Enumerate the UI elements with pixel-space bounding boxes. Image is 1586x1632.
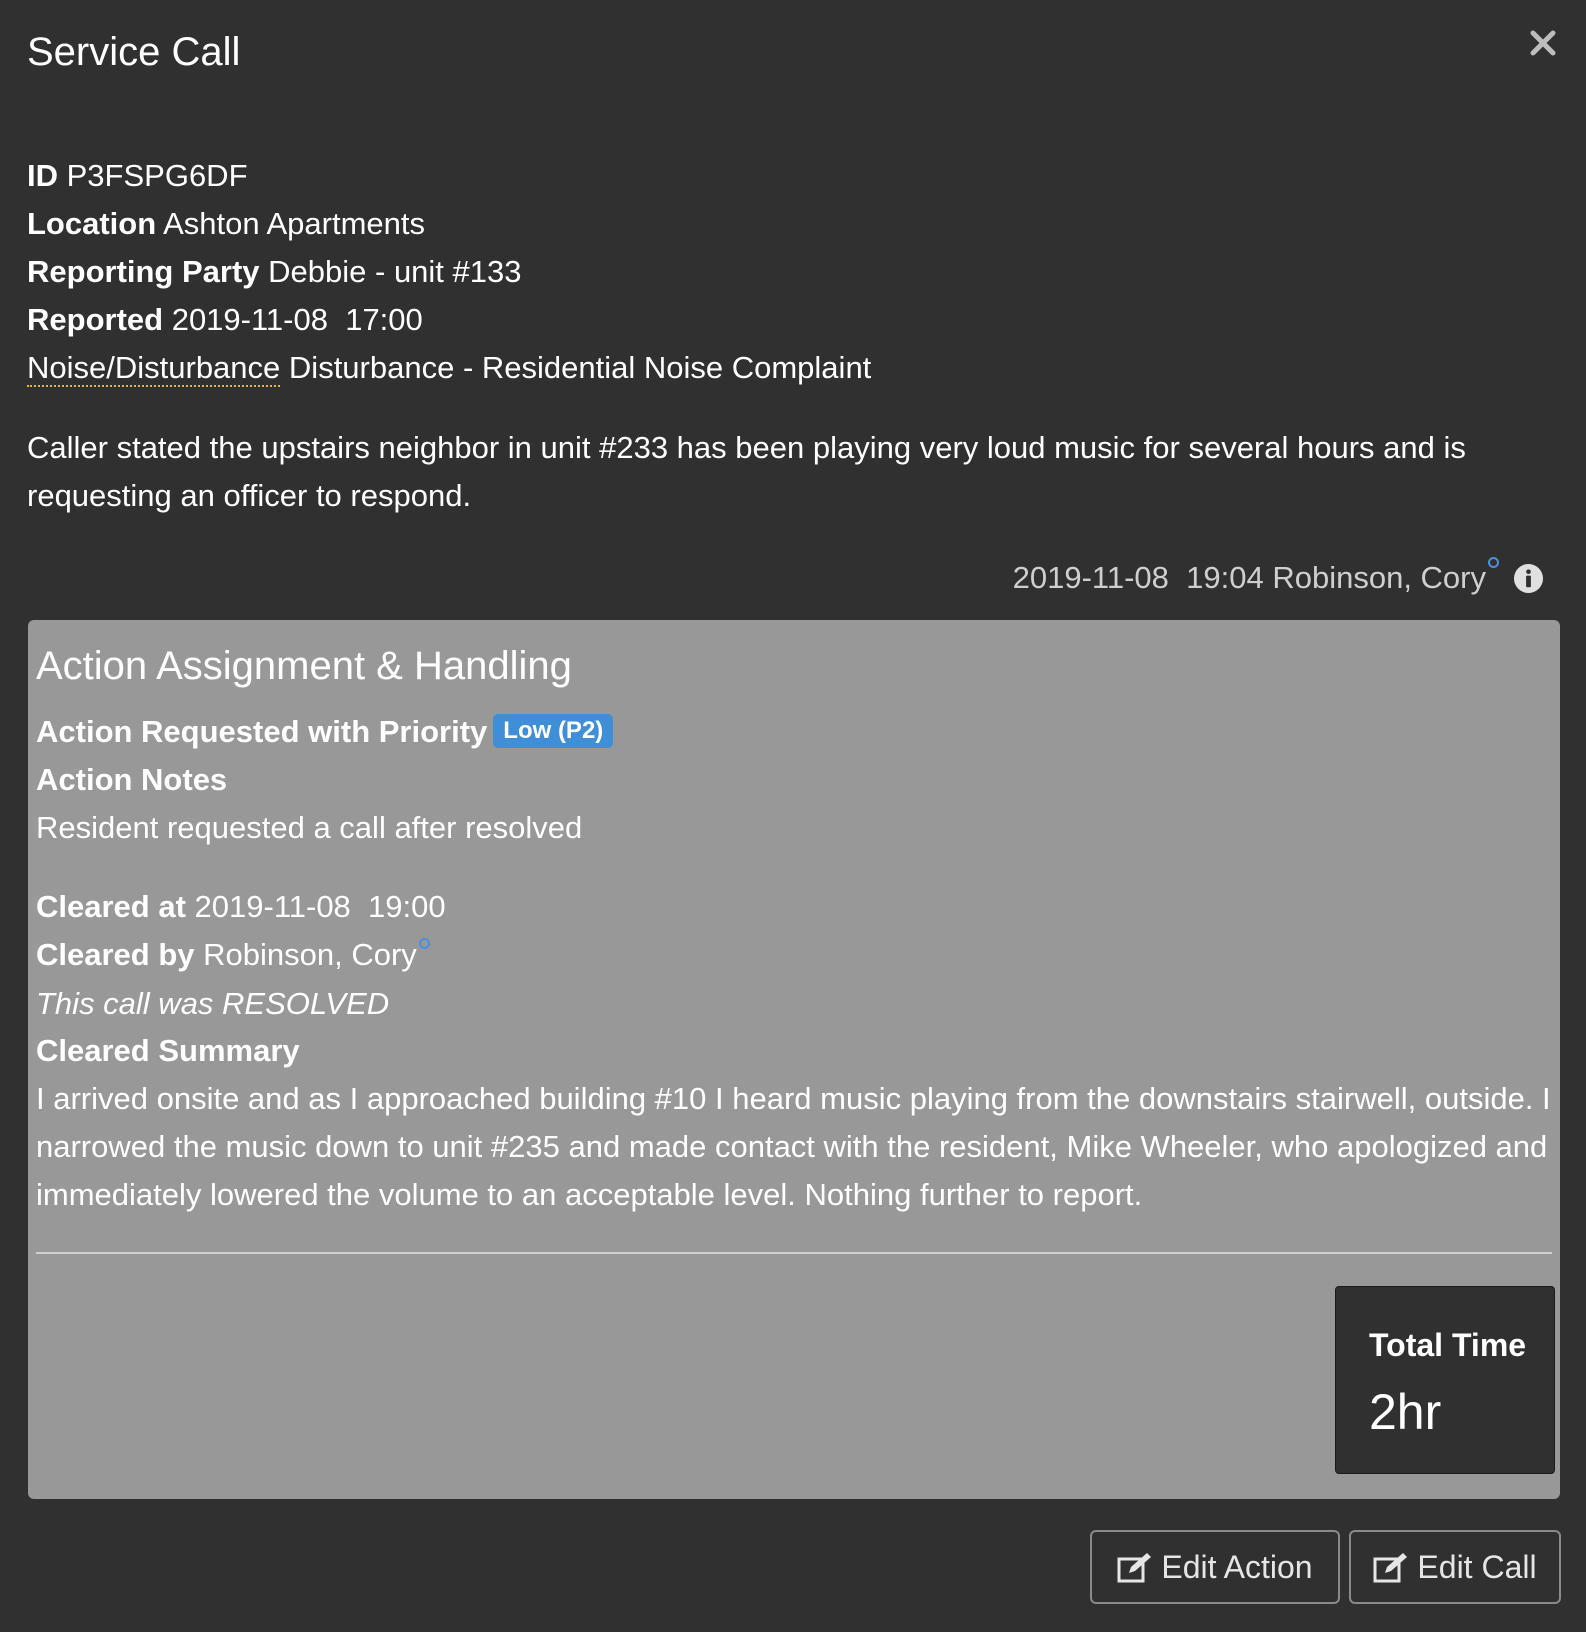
resolution-note: This call was RESOLVED [36, 986, 390, 1021]
edit-call-button[interactable]: Edit Call [1349, 1530, 1561, 1604]
meta-user[interactable]: Robinson, Cory [1272, 560, 1486, 596]
total-time-card: Total Time 2hr [1335, 1286, 1555, 1474]
action-notes-value: Resident requested a call after resolved [36, 810, 583, 845]
action-requested-label: Action Requested with Priority [36, 714, 488, 749]
location-label: Location [27, 206, 157, 241]
total-time-value: 2hr [1369, 1384, 1442, 1440]
edit-call-label: Edit Call [1417, 1548, 1537, 1585]
close-icon[interactable] [1530, 30, 1560, 70]
reporting-party-row: Reporting Party Debbie - unit #133 [27, 248, 871, 296]
reported-value: 2019-11-08 17:00 [171, 302, 423, 337]
action-panel-title: Action Assignment & Handling [36, 644, 572, 688]
service-call-modal: Service Call ID P3FSPG6DF Location Ashto… [0, 0, 1586, 1632]
location-row: Location Ashton Apartments [27, 200, 871, 248]
location-value: Ashton Apartments [163, 206, 426, 241]
cleared-at-label: Cleared at [36, 889, 186, 924]
call-info: ID P3FSPG6DF Location Ashton Apartments … [27, 152, 871, 392]
cleared-at-row: Cleared at 2019-11-08 19:00 [36, 883, 446, 931]
category-detail: Disturbance - Residential Noise Complain… [288, 350, 872, 385]
call-meta: 2019-11-08 19:04 Robinson, Cory [1012, 556, 1544, 596]
reported-row: Reported 2019-11-08 17:00 [27, 296, 871, 344]
category-abbr[interactable]: Noise/Disturbance [27, 350, 281, 387]
call-description: Caller stated the upstairs neighbor in u… [27, 430, 1466, 513]
edit-icon [1117, 1553, 1152, 1583]
cleared-summary-label: Cleared Summary [36, 1033, 300, 1068]
cleared-by-label: Cleared by [36, 937, 195, 972]
panel-divider [36, 1252, 1552, 1254]
call-id-row: ID P3FSPG6DF [27, 152, 871, 200]
category-row: Noise/Disturbance Disturbance - Resident… [27, 344, 871, 392]
edit-action-button[interactable]: Edit Action [1090, 1530, 1340, 1604]
status-dot-icon [418, 938, 430, 949]
meta-timestamp: 2019-11-08 19:04 [1012, 560, 1264, 595]
priority-badge: Low (P2) [493, 713, 614, 748]
cleared-at-value: 2019-11-08 19:00 [194, 889, 446, 924]
call-id-value: P3FSPG6DF [66, 158, 248, 193]
info-icon[interactable] [1513, 563, 1544, 594]
reported-label: Reported [27, 302, 164, 337]
edit-action-label: Edit Action [1161, 1548, 1313, 1585]
status-dot-icon [1488, 556, 1499, 568]
call-id-label: ID [27, 158, 58, 193]
modal-title: Service Call [27, 30, 241, 74]
action-requested-row: Action Requested with Priority Low (P2) [36, 708, 614, 756]
action-notes-label: Action Notes [36, 762, 228, 797]
action-panel: Action Assignment & Handling Action Requ… [28, 620, 1560, 1499]
cleared-summary-value: I arrived onsite and as I approached bui… [36, 1081, 1551, 1212]
reporting-party-label: Reporting Party [27, 254, 260, 289]
cleared-by-row: Cleared by Robinson, Cory [36, 931, 430, 979]
reporting-party-value: Debbie - unit #133 [268, 254, 522, 289]
cleared-by-value[interactable]: Robinson, Cory [203, 937, 417, 972]
total-time-label: Total Time [1369, 1327, 1527, 1363]
edit-icon [1373, 1553, 1408, 1583]
